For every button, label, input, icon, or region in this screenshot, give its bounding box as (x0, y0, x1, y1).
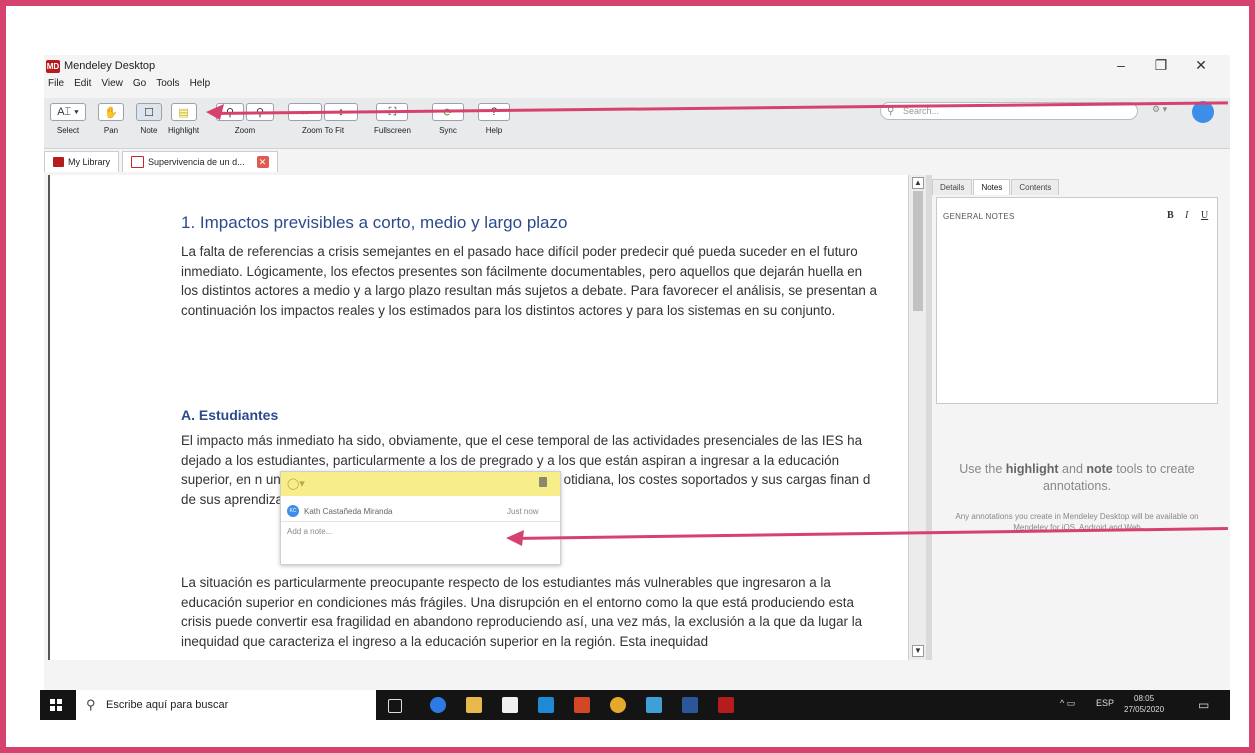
mendeley-window: MD Mendeley Desktop – ❐ ✕ File Edit View… (44, 55, 1230, 695)
menu-tools[interactable]: Tools (156, 78, 179, 96)
pan-label: Pan (103, 126, 119, 135)
details-panel: Details Notes Contents GENERAL NOTES B I… (932, 175, 1224, 660)
windows-taskbar: ⚲ Escribe aquí para buscar ^ ▭ ESP 08:05… (40, 690, 1230, 720)
close-tab-icon[interactable]: ✕ (256, 156, 269, 168)
close-button[interactable]: ✕ (1186, 57, 1216, 74)
tab-library-label: My Library (68, 157, 111, 167)
annotations-hint: Use the highlight and note tools to crea… (959, 462, 1195, 493)
underline-button[interactable]: U (1201, 210, 1208, 221)
file-explorer-icon[interactable] (466, 697, 482, 713)
store-icon[interactable] (502, 697, 518, 713)
taskbar-search-placeholder: Escribe aquí para buscar (106, 699, 229, 711)
menu-edit[interactable]: Edit (74, 78, 91, 96)
author-avatar: KC (287, 505, 299, 517)
doc-paragraph-3: La situación es particularmente preocupa… (181, 575, 863, 649)
search-icon: ⚲ (86, 697, 96, 712)
mendeley-taskbar-icon[interactable] (718, 697, 734, 713)
notification-icon[interactable]: ▭ (1198, 698, 1209, 712)
tab-bar: My Library Supervivencia de un d... ✕ (44, 151, 281, 173)
divider (281, 521, 560, 522)
taskbar-search[interactable]: ⚲ Escribe aquí para buscar (76, 690, 376, 720)
mail-icon[interactable] (538, 697, 554, 713)
highlight-label: Highlight (168, 126, 200, 135)
tab-document-label: Supervivencia de un d... (148, 157, 245, 167)
highlighter-icon: ▤ (170, 103, 197, 121)
sync-label: Sync (439, 126, 457, 135)
pan-tool[interactable]: ✋ Pan (98, 103, 124, 135)
sync-tool[interactable]: ⟳ Sync (432, 103, 464, 135)
note-color-icon[interactable]: ◯▾ (287, 477, 305, 490)
windows-start-icon[interactable] (50, 699, 62, 711)
scroll-up-icon[interactable]: ▲ (912, 177, 924, 189)
doc-heading: 1. Impactos previsibles a corto, medio y… (181, 213, 568, 232)
note-tool[interactable]: ☐ Note (136, 103, 162, 135)
tab-details[interactable]: Details (932, 179, 973, 195)
author-name: Kath Castañeda Miranda (304, 506, 393, 516)
title-bar: MD Mendeley Desktop (44, 55, 1230, 77)
note-author: KC Kath Castañeda Miranda (287, 505, 393, 517)
app-icon[interactable] (646, 697, 662, 713)
note-input[interactable]: Add a note... (287, 527, 332, 536)
library-icon (53, 157, 64, 167)
italic-button[interactable]: I (1185, 210, 1188, 221)
pdf-icon (131, 156, 145, 168)
note-popup-header: ◯▾ (281, 472, 560, 496)
clock-time: 08:05 (1134, 694, 1155, 703)
fullscreen-label: Fullscreen (374, 126, 411, 135)
menu-help[interactable]: Help (190, 78, 211, 96)
maximize-button[interactable]: ❐ (1146, 57, 1176, 74)
settings-icon[interactable]: ⚙ ▾ (1152, 104, 1167, 115)
menu-bar: File Edit View Go Tools Help (44, 78, 210, 96)
help-label: Help (485, 126, 503, 135)
word-icon[interactable] (682, 697, 698, 713)
note-label: Note (140, 126, 158, 135)
tab-my-library[interactable]: My Library (44, 151, 120, 172)
tray-icons[interactable]: ^ ▭ (1060, 698, 1075, 709)
hand-icon: ✋ (98, 103, 124, 121)
scroll-down-icon[interactable]: ▼ (912, 645, 924, 657)
language-indicator[interactable]: ESP (1096, 698, 1114, 708)
menu-view[interactable]: View (101, 78, 123, 96)
help-tool[interactable]: ? Help (478, 103, 510, 135)
fullscreen-tool[interactable]: ⛶ Fullscreen (374, 103, 411, 135)
doc-paragraph-1: La falta de referencias a crisis semejan… (181, 244, 877, 318)
edge-icon[interactable] (430, 697, 446, 713)
select-label: Select (56, 126, 80, 135)
highlight-tool[interactable]: ▤ Highlight (168, 103, 199, 135)
zoom-label: Zoom (234, 126, 256, 135)
tab-contents[interactable]: Contents (1011, 179, 1060, 195)
arrowhead-icon (506, 530, 524, 546)
tab-notes[interactable]: Notes (973, 179, 1011, 195)
doc-subheading: A. Estudiantes (181, 407, 279, 423)
scroll-thumb[interactable] (913, 191, 923, 311)
note-icon: ☐ (136, 103, 162, 121)
pdf-viewer[interactable]: 1. Impactos previsibles a corto, medio y… (48, 175, 910, 660)
tab-document[interactable]: Supervivencia de un d... ✕ (122, 151, 278, 172)
minimize-button[interactable]: – (1106, 57, 1136, 73)
zoom-to-fit-tool[interactable]: ↔ ↕ Zoom To Fit (288, 103, 358, 135)
bold-button[interactable]: B (1167, 210, 1174, 221)
general-notes-editor[interactable]: GENERAL NOTES B I U (936, 197, 1218, 404)
arrowhead-icon (206, 104, 224, 120)
text-cursor-icon: A⌶ ▾ (50, 103, 86, 121)
chrome-icon[interactable] (610, 697, 626, 713)
window-title: Mendeley Desktop (64, 60, 156, 72)
taskbar-clock[interactable]: 08:05 27/05/2020 (1124, 693, 1164, 715)
trash-icon[interactable] (539, 477, 547, 487)
sticky-note-popup[interactable]: ◯▾ KC Kath Castañeda Miranda Just now Ad… (280, 471, 561, 565)
clock-date: 27/05/2020 (1124, 705, 1165, 714)
doc-scrollbar[interactable]: ▲ ▼ (908, 175, 927, 660)
note-timestamp: Just now (507, 507, 539, 516)
powerpoint-icon[interactable] (574, 697, 590, 713)
general-notes-label: GENERAL NOTES (943, 212, 1015, 221)
mendeley-logo-icon: MD (46, 59, 60, 73)
zoom-to-fit-label: Zoom To Fit (301, 126, 345, 135)
task-view-icon[interactable] (388, 699, 402, 713)
select-tool[interactable]: A⌶ ▾ Select (50, 103, 86, 135)
menu-file[interactable]: File (48, 78, 64, 96)
menu-go[interactable]: Go (133, 78, 146, 96)
panel-tabs: Details Notes Contents (932, 179, 1060, 195)
